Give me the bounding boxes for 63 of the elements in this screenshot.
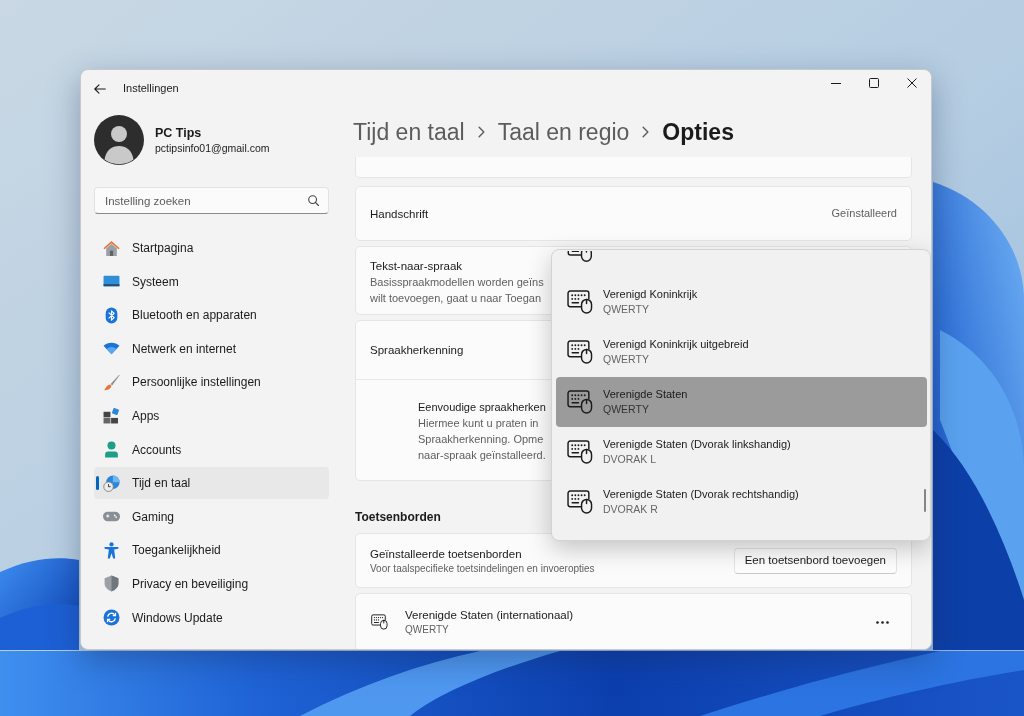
person-icon (103, 441, 120, 459)
dropdown-item[interactable]: Verenigde Staten QWERTY (556, 377, 927, 427)
sidebar-item[interactable]: Netwerk en internet (94, 332, 329, 365)
house-icon (103, 239, 120, 257)
sidebar-item[interactable]: Systeem (94, 265, 329, 298)
minimize-icon (831, 82, 841, 84)
keyboard-mouse-icon (567, 340, 593, 364)
option-description: Hiermee kunt u praten in Spraakherkenning. Opme naar-spraak geïnstalleerd. (418, 416, 546, 463)
more-icon (875, 620, 889, 624)
setting-status: Geïnstalleerd (831, 206, 897, 222)
option-title: Eenvoudige spraakherken (418, 400, 546, 415)
dropdown-item[interactable]: Verenigde Staten (Dvorak rechtshandig) DVORAK R (556, 477, 927, 527)
keyboard-mouse-icon (371, 614, 388, 630)
keyboard-mouse-icon (567, 290, 593, 314)
chevron-right-icon (477, 126, 485, 138)
chevron-right-icon (642, 126, 650, 138)
window-title: Instellingen (123, 81, 179, 97)
back-icon (94, 83, 106, 94)
dropdown-item[interactable]: Verenigde Staten (Dvorak linkshandig) DVORAK L (556, 427, 927, 477)
sidebar-item[interactable]: Bluetooth en apparaten (94, 299, 329, 332)
keyboard-layout: QWERTY (405, 622, 449, 637)
sidebar-item[interactable]: Tijd en taal (94, 467, 329, 500)
sync-icon (103, 609, 120, 627)
sidebar-item[interactable]: Privacy en beveiliging (94, 567, 329, 600)
keyboard-mouse-icon (567, 490, 593, 514)
keyboard-mouse-icon (567, 440, 593, 464)
setting-description: Voor taalspecifieke toetsindelingen en invoeropties (370, 561, 595, 576)
sidebar-item[interactable]: Apps (94, 399, 329, 432)
sidebar-item[interactable]: Toegankelijkheid (94, 534, 329, 567)
profile-email: pctipsinfo01@gmail.com (155, 140, 270, 155)
search-field[interactable]: Instelling zoeken (94, 187, 329, 214)
breadcrumb-link[interactable]: Taal en regio (497, 115, 630, 149)
sidebar-item[interactable]: Accounts (94, 433, 329, 466)
avatar-icon (94, 115, 144, 165)
accessibility-icon (103, 541, 120, 559)
sidebar-item[interactable]: Windows Update (94, 601, 329, 634)
apps-icon (103, 407, 120, 425)
search-icon (308, 195, 319, 206)
breadcrumb-link[interactable]: Tijd en taal (353, 115, 465, 149)
brush-icon (103, 373, 120, 391)
keyboard-mouse-icon (567, 390, 593, 414)
sidebar-item[interactable]: Gaming (94, 500, 329, 533)
page-title: Opties (662, 118, 734, 147)
setting-title: Tekst-naar-spraak (370, 259, 463, 274)
setting-title: Spraakherkenning (370, 343, 464, 358)
scrollbar-thumb[interactable] (924, 489, 926, 512)
keyboard-name: Verenigde Staten (internationaal) (405, 607, 574, 623)
bluetooth-icon (103, 306, 120, 324)
sidebar-item[interactable]: Persoonlijke instellingen (94, 366, 329, 399)
setting-title: Handschrift (370, 206, 429, 222)
globe-clock-icon (103, 474, 120, 492)
maximize-icon (869, 78, 879, 88)
close-icon (907, 78, 917, 88)
section-heading: Toetsenborden (355, 509, 441, 525)
dropdown-item[interactable]: Verenigd Koninkrijk QWERTY (556, 277, 927, 327)
dropdown-item[interactable]: Verenigd Koninkrijk uitgebreid QWERTY (556, 327, 927, 377)
keyboard-mouse-icon (567, 251, 593, 262)
shield-icon (103, 575, 120, 593)
setting-title: Geïnstalleerde toetsenborden (370, 546, 522, 562)
profile-name: PC Tips (155, 125, 202, 141)
setting-description: Basisspraakmodellen worden geïns wilt toevoegen, gaat u naar Toegan (370, 275, 544, 306)
add-keyboard-button[interactable]: Een toetsenbord toevoegen (733, 547, 897, 574)
sidebar-item[interactable]: Startpagina (94, 232, 329, 264)
